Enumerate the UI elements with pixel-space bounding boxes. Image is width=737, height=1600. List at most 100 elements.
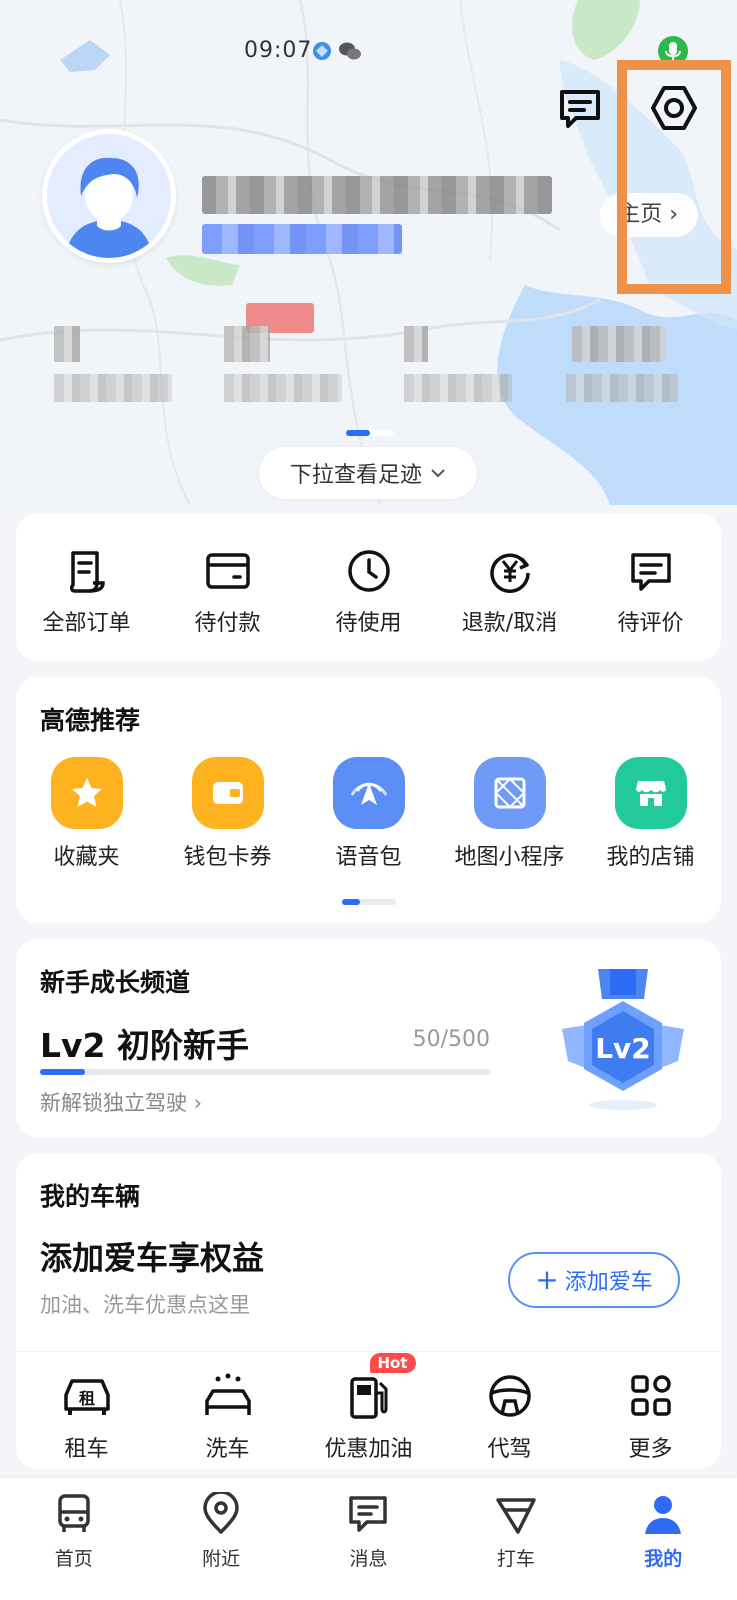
medal-level-text: Lv2 [595,1032,651,1065]
customer-service-button[interactable] [554,82,606,134]
stat-value-redacted [224,326,270,362]
level-progress-bar [40,1069,490,1075]
level-progress-text: 50/500 [412,1027,490,1052]
stat-label-redacted [54,374,172,402]
order-all-label: 全部订单 [42,611,131,636]
level-hint-link[interactable]: 新解锁独立驾驶 › [40,1087,202,1117]
stat-value-redacted [572,326,666,362]
recommend-card: 高德推荐 收藏夹 钱包卡券 语音包 地图小程序 我的店铺 [16,677,721,923]
rent-car-icon: 租 [60,1371,114,1421]
tab-home-label: 首页 [54,1548,93,1570]
clock-icon [347,550,390,592]
fuel-discount-label: 优惠加油 [324,1437,413,1462]
steering-wheel-icon [483,1371,537,1421]
add-car-button[interactable]: + 添加爱车 [508,1252,680,1308]
order-review-label: 待评价 [617,611,684,636]
username-redacted [202,176,552,214]
stat-value-redacted [404,326,428,362]
message-icon [349,1496,388,1532]
plus-icon: + [535,1263,559,1296]
orders-card: 全部订单 待付款 待使用 退款/取消 待评价 [16,513,721,661]
growth-card[interactable]: 新手成长频道 Lv2 初阶新手 50/500 新解锁独立驾驶 › Lv2 [16,939,721,1137]
taxi-flag-icon [496,1498,536,1534]
tab-nearby[interactable]: 附近 [147,1478,294,1600]
order-unpaid-label: 待付款 [194,611,261,636]
stat-label-redacted [404,374,512,402]
rent-car-button[interactable]: 租 租车 [16,1371,157,1463]
designated-driver-button[interactable]: 代驾 [439,1371,580,1463]
wallet-cards-label: 钱包卡券 [183,845,272,870]
level-title: Lv2 初阶新手 [40,1026,249,1065]
my-shop-button[interactable]: 我的店铺 [580,757,721,871]
profile-icon [645,1496,682,1534]
wallet-icon [205,553,250,589]
order-list-icon [69,551,105,593]
order-unused-label: 待使用 [335,611,402,636]
favorites-button[interactable]: 收藏夹 [16,757,157,871]
header-page-indicator [346,430,394,436]
browser-notification-icon [313,42,331,60]
chat-bubble-icon [560,90,600,128]
level-hint-label: 新解锁独立驾驶 [40,1091,187,1115]
default-avatar-icon [47,134,171,258]
avatar[interactable] [42,129,176,263]
recommend-page-indicator [342,899,396,905]
svg-text:租: 租 [78,1389,94,1408]
home-bus-icon [57,1494,90,1532]
order-review-button[interactable]: 待评价 [580,547,721,637]
tab-profile-label: 我的 [644,1548,683,1570]
favorites-label: 收藏夹 [53,845,120,870]
order-all-button[interactable]: 全部订单 [16,547,157,637]
vehicle-title: 我的车辆 [40,1182,141,1211]
car-wash-button[interactable]: 洗车 [157,1371,298,1463]
voice-pack-label: 语音包 [335,845,402,870]
wechat-notification-icon [339,42,361,60]
level-medal-icon: Lv2 [562,969,684,1110]
car-wash-icon [201,1371,255,1421]
my-shop-label: 我的店铺 [606,845,695,870]
tab-home[interactable]: 首页 [0,1478,147,1600]
map-miniapp-icon [473,757,546,829]
shop-icon [614,757,687,829]
footprint-label: 下拉查看足迹 [289,463,422,488]
divider [16,1351,721,1352]
vehicle-subtitle: 加油、洗车优惠点这里 [40,1293,250,1317]
order-refund-button[interactable]: 退款/取消 [439,547,580,637]
tab-taxi-label: 打车 [496,1548,535,1570]
tab-messages[interactable]: 消息 [295,1478,442,1600]
voice-pack-button[interactable]: 语音包 [298,757,439,871]
add-car-label: 添加爱车 [564,1270,653,1295]
tab-messages-label: 消息 [349,1548,388,1570]
vehicle-card: 我的车辆 添加爱车享权益 加油、洗车优惠点这里 + 添加爱车 租 租车 洗车 H… [16,1153,721,1469]
voice-pack-icon [332,757,405,829]
footprint-button[interactable]: 下拉查看足迹 [259,447,477,499]
vehicle-headline: 添加爱车享权益 [40,1239,265,1277]
tab-nearby-label: 附近 [202,1548,241,1570]
user-tag-redacted [202,224,402,254]
tab-taxi[interactable]: 打车 [442,1478,589,1600]
order-unused-button[interactable]: 待使用 [298,547,439,637]
order-refund-label: 退款/取消 [461,611,558,636]
recommend-title: 高德推荐 [40,706,141,735]
location-pin-icon [203,1492,239,1534]
growth-title: 新手成长频道 [40,968,191,997]
more-services-button[interactable]: 更多 [580,1371,721,1463]
stat-value-redacted [54,326,80,362]
tab-profile[interactable]: 我的 [590,1478,737,1600]
wallet-card-icon [191,757,264,829]
car-wash-label: 洗车 [205,1437,250,1462]
rent-car-label: 租车 [64,1437,109,1462]
settings-highlight-annotation [617,60,731,294]
chevron-down-icon [431,469,445,478]
fuel-discount-button[interactable]: Hot 优惠加油 [298,1353,439,1463]
grid-more-icon [624,1371,678,1421]
wallet-cards-button[interactable]: 钱包卡券 [157,757,298,871]
order-unpaid-button[interactable]: 待付款 [157,547,298,637]
refund-icon [489,553,530,593]
comment-icon [630,553,671,591]
map-miniapp-button[interactable]: 地图小程序 [439,757,580,871]
star-icon [50,757,123,829]
designated-driver-label: 代驾 [487,1437,532,1462]
fuel-icon: Hot [342,1353,416,1421]
profile-header: 09:07 主页 › 下拉查看足迹 [0,0,737,505]
